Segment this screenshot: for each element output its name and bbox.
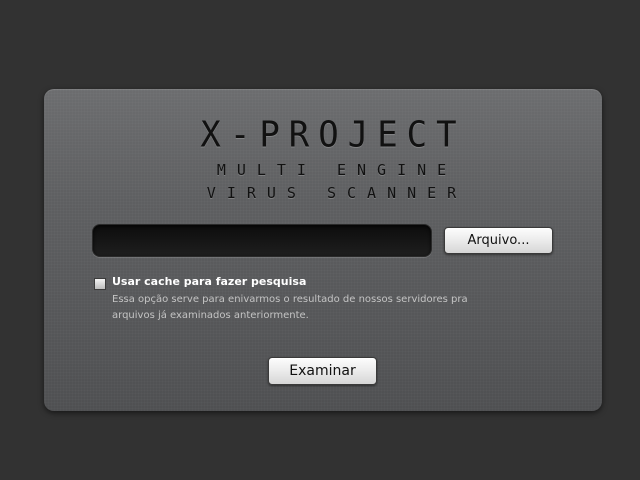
app-subtitle-line2: VIRUS SCANNER <box>206 184 468 202</box>
app-subtitle-line1: MULTI ENGINE <box>216 161 458 179</box>
cache-option-description: Essa opção serve para enivarmos o result… <box>112 294 468 321</box>
cache-checkbox-label[interactable]: Usar cache para fazer pesquisa <box>112 275 306 288</box>
browse-file-button[interactable]: Arquivo... <box>444 227 553 254</box>
app-title: X-PROJECT <box>200 114 466 156</box>
scanner-panel: X-PROJECT MULTI ENGINE VIRUS SCANNER Arq… <box>44 89 602 411</box>
cache-checkbox[interactable] <box>94 278 106 290</box>
scan-button[interactable]: Examinar <box>268 357 377 385</box>
file-path-input[interactable] <box>92 224 432 257</box>
